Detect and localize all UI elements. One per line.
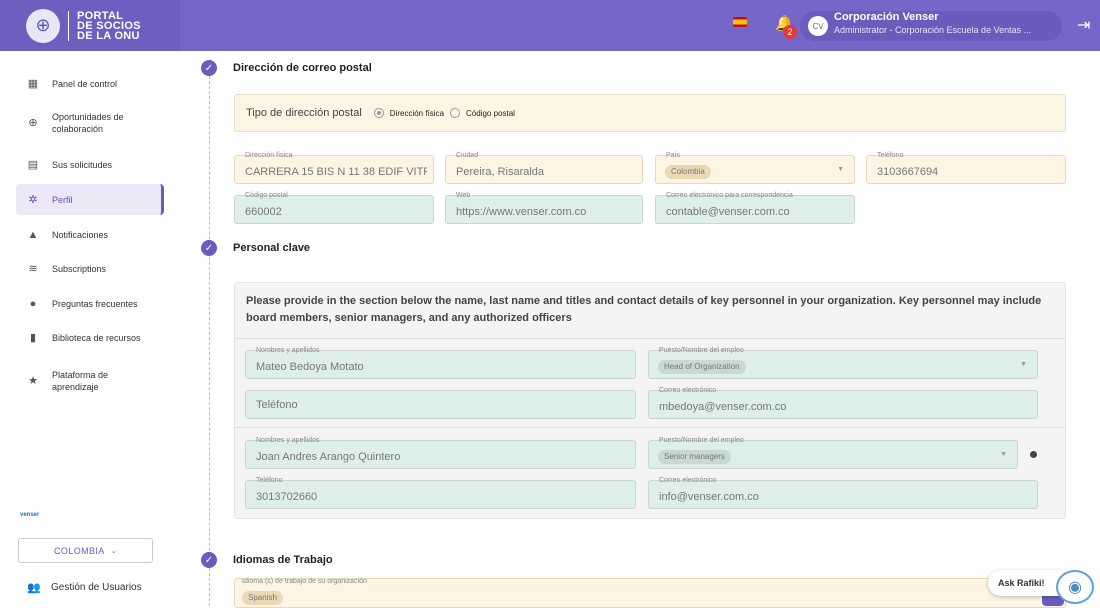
robot-icon[interactable]: ◉: [1056, 570, 1094, 604]
sidebar-item-opportunities[interactable]: ⊕ Oportunidades de colaboración: [16, 108, 164, 138]
logo-divider: [68, 10, 69, 41]
person2-email-field[interactable]: Correo electrónico info@venser.com.co: [648, 477, 1038, 509]
sidebar-item-profile[interactable]: ✲ Perfil: [16, 184, 164, 215]
field-label: Correo electrónico: [659, 477, 717, 484]
job-chip: Senior managers: [658, 450, 731, 464]
key-personnel-description: Please provide in the section below the …: [246, 295, 1042, 324]
person1-name-field[interactable]: Nombres y apellidos Mateo Bedoya Motato: [245, 347, 636, 379]
person2-phone-field[interactable]: Teléfono 3013702660: [245, 477, 636, 509]
bell-icon: ▲: [27, 229, 39, 241]
sidebar-item-label: Perfil: [52, 194, 73, 205]
field-value: 3013702660: [256, 491, 318, 503]
globe-icon: ⊕: [28, 117, 38, 129]
dashboard-icon: ▦: [27, 78, 39, 90]
info-icon[interactable]: [1030, 451, 1037, 458]
logout-icon[interactable]: ⇥: [1077, 15, 1090, 35]
ask-rafiki-label: Ask Rafiki!: [998, 578, 1045, 588]
clipboard-icon: ▤: [27, 159, 39, 171]
field-value: Joan Andres Arango Quintero: [256, 451, 401, 463]
help-icon: ●: [29, 298, 37, 310]
sidebar-item-label: Oportunidades de colaboración: [52, 112, 124, 134]
key-personnel-section: Please provide in the section below the …: [180, 51, 1100, 608]
section-title-languages: Idiomas de Trabajo: [233, 554, 333, 566]
field-label: Idioma (s) de trabajo de su organización: [242, 578, 367, 585]
book-icon: ▮: [29, 332, 37, 344]
user-role[interactable]: Administrator - Corporación Escuela de V…: [834, 25, 1054, 35]
language-chip: Spanish: [242, 591, 283, 605]
gear-icon: ✲: [28, 193, 38, 206]
notification-badge: 2: [783, 25, 797, 39]
sidebar-item-library[interactable]: ▮ Biblioteca de recursos: [16, 329, 164, 347]
sidebar-item-label: Panel de control: [52, 79, 118, 89]
logo-text: PORTAL DE SOCIOS DE LA ONU: [77, 9, 141, 42]
sidebar-item-label: Sus solicitudes: [52, 160, 113, 170]
field-label: Puesto/Nombre del empleo: [659, 437, 744, 444]
sidebar-item-label: Subscriptions: [52, 264, 107, 274]
user-name[interactable]: Corporación Venser: [834, 11, 939, 23]
country-label: COLOMBIA: [54, 545, 105, 556]
un-emblem-icon: ⊕: [26, 8, 60, 43]
field-label: Teléfono: [256, 477, 283, 484]
field-label: Nombres y apellidos: [256, 347, 320, 354]
star-icon: ★: [28, 375, 38, 387]
portal-logo[interactable]: ⊕ PORTAL DE SOCIOS DE LA ONU: [0, 0, 180, 51]
sidebar-item-applications[interactable]: ▤ Sus solicitudes: [16, 156, 164, 174]
logo-line-1: PORTAL: [77, 9, 124, 22]
field-label: Correo electrónico: [659, 387, 717, 394]
person2-name-field[interactable]: Nombres y apellidos Joan Andres Arango Q…: [245, 437, 636, 469]
country-selector[interactable]: COLOMBIA ⌄: [18, 538, 153, 563]
sidebar: ▦ Panel de control ⊕ Oportunidades de co…: [0, 51, 180, 608]
users-icon: 👥: [27, 582, 41, 594]
sidebar-item-label: Plataforma de aprendizaje: [52, 370, 109, 392]
logo-line-3: DE LA ONU: [77, 29, 140, 42]
avatar[interactable]: CV: [808, 16, 828, 36]
field-value: Mateo Bedoya Motato: [256, 361, 364, 373]
chevron-down-icon: ▼: [1000, 451, 1007, 458]
person1-job-select[interactable]: Puesto/Nombre del empleo Head of Organiz…: [648, 347, 1038, 379]
field-label: Puesto/Nombre del empleo: [659, 347, 744, 354]
person1-email-field[interactable]: Correo electrónico mbedoya@venser.com.co: [648, 387, 1038, 419]
user-management-link[interactable]: 👥 Gestión de Usuarios: [27, 581, 142, 594]
person1-phone-field[interactable]: Teléfono: [245, 390, 636, 419]
sidebar-item-label: Notificaciones: [52, 230, 109, 240]
job-chip: Head of Organization: [658, 360, 746, 374]
logo-line-2: DE SOCIOS: [77, 19, 141, 32]
sidebar-item-notifications[interactable]: ▲ Notificaciones: [16, 226, 164, 244]
field-placeholder: Teléfono: [256, 399, 298, 411]
sidebar-item-learning[interactable]: ★ Plataforma de aprendizaje: [16, 366, 164, 396]
sidebar-item-label: Preguntas frecuentes: [52, 299, 138, 309]
spain-flag-icon[interactable]: [733, 17, 747, 27]
chevron-down-icon: ⌄: [110, 547, 117, 555]
sidebar-item-subscriptions[interactable]: ≋ Subscriptions: [16, 260, 164, 278]
field-value: mbedoya@venser.com.co: [659, 401, 787, 413]
sidebar-item-dashboard[interactable]: ▦ Panel de control: [16, 75, 164, 93]
divider: [235, 338, 1065, 339]
person2-job-select[interactable]: Puesto/Nombre del empleo Senior managers…: [648, 437, 1018, 469]
org-logo: venser: [20, 512, 40, 518]
divider: [235, 427, 1065, 428]
sidebar-item-faq[interactable]: ● Preguntas frecuentes: [16, 295, 164, 313]
field-value: info@venser.com.co: [659, 491, 759, 503]
user-management-label: Gestión de Usuarios: [51, 582, 142, 593]
rss-icon: ≋: [28, 263, 38, 275]
field-label: Nombres y apellidos: [256, 437, 320, 444]
step-complete-icon: ✓: [201, 552, 217, 568]
sidebar-item-label: Biblioteca de recursos: [52, 333, 141, 343]
chevron-down-icon: ▼: [1020, 361, 1027, 368]
